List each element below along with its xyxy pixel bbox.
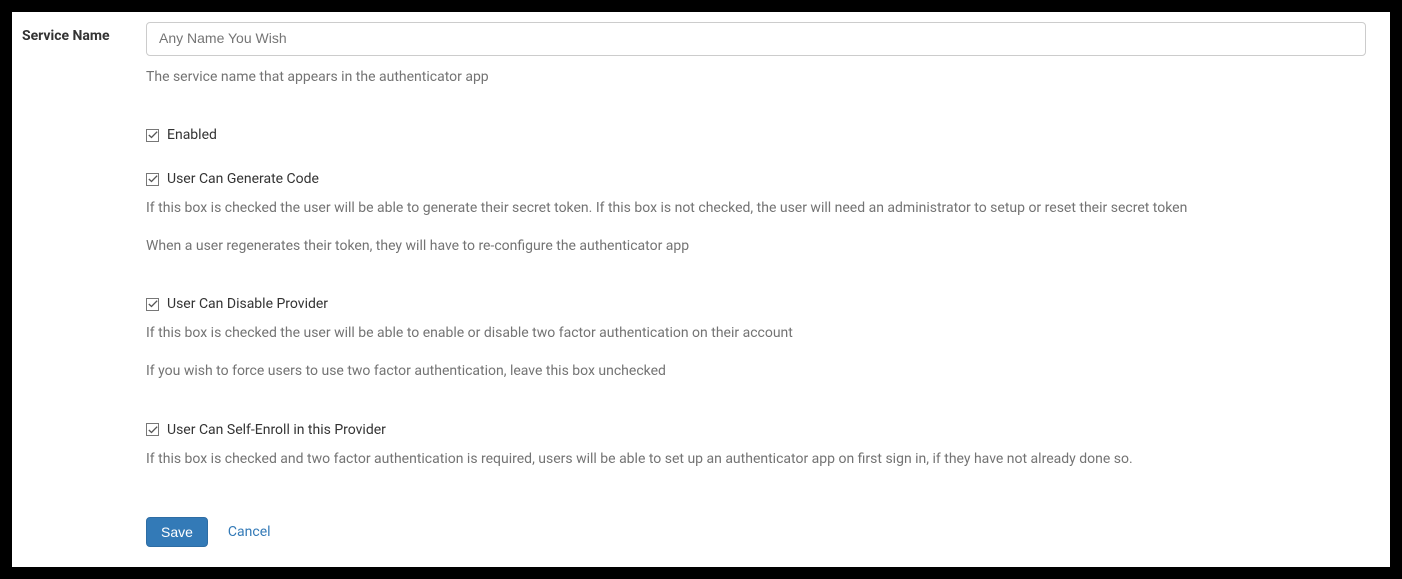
self-enroll-help: If this box is checked and two factor au…: [146, 450, 1366, 470]
enabled-checkbox[interactable]: [146, 129, 159, 142]
enabled-checkbox-row: Enabled: [146, 127, 1366, 143]
self-enroll-checkbox[interactable]: [146, 423, 159, 436]
service-name-label: Service Name: [16, 22, 146, 44]
content-column: The service name that appears in the aut…: [146, 22, 1374, 547]
check-icon: [148, 425, 158, 435]
settings-panel: Service Name The service name that appea…: [12, 12, 1390, 567]
self-enroll-section: User Can Self-Enroll in this Provider If…: [146, 422, 1366, 470]
enabled-section: Enabled: [146, 127, 1366, 143]
generate-code-section: User Can Generate Code If this box is ch…: [146, 171, 1366, 256]
service-name-help: The service name that appears in the aut…: [146, 68, 1366, 88]
disable-provider-label: User Can Disable Provider: [167, 296, 328, 312]
save-button[interactable]: Save: [146, 517, 208, 547]
check-icon: [148, 130, 158, 140]
self-enroll-checkbox-row: User Can Self-Enroll in this Provider: [146, 422, 1366, 438]
check-icon: [148, 299, 158, 309]
generate-code-help-2: When a user regenerates their token, the…: [146, 237, 1366, 257]
service-name-row: Service Name The service name that appea…: [12, 22, 1390, 547]
disable-provider-checkbox-row: User Can Disable Provider: [146, 296, 1366, 312]
disable-provider-help-2: If you wish to force users to use two fa…: [146, 362, 1366, 382]
buttons-row: Save Cancel: [146, 517, 1366, 547]
generate-code-checkbox[interactable]: [146, 173, 159, 186]
service-name-input[interactable]: [146, 22, 1366, 56]
disable-provider-checkbox[interactable]: [146, 298, 159, 311]
self-enroll-label: User Can Self-Enroll in this Provider: [167, 422, 386, 438]
disable-provider-section: User Can Disable Provider If this box is…: [146, 296, 1366, 381]
generate-code-label: User Can Generate Code: [167, 171, 319, 187]
generate-code-help-1: If this box is checked the user will be …: [146, 199, 1366, 219]
check-icon: [148, 174, 158, 184]
disable-provider-help-1: If this box is checked the user will be …: [146, 324, 1366, 344]
enabled-label: Enabled: [167, 127, 217, 143]
generate-code-checkbox-row: User Can Generate Code: [146, 171, 1366, 187]
cancel-link[interactable]: Cancel: [228, 524, 271, 540]
